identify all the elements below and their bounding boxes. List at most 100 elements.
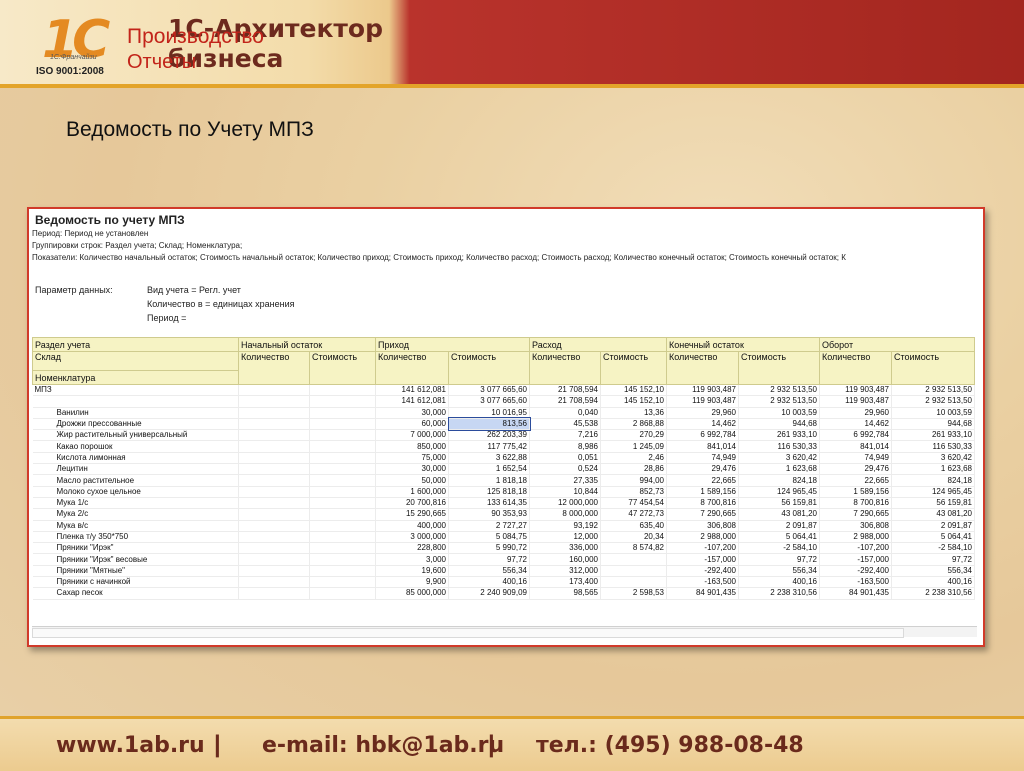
table-cell[interactable]: 116 530,33 [891,440,975,453]
table-cell[interactable]: 841,014 [819,440,892,453]
table-cell[interactable]: 145 152,10 [600,395,667,408]
table-cell[interactable]: 29,476 [666,463,739,476]
table-cell[interactable] [309,565,376,578]
table-cell[interactable]: 556,34 [448,565,530,578]
table-cell[interactable]: 10 016,95 [448,407,530,419]
table-cell[interactable]: 116 530,33 [738,440,820,453]
table-cell[interactable] [309,587,376,600]
table-cell[interactable] [238,452,310,465]
table-cell[interactable]: 306,808 [819,520,892,532]
table-cell[interactable]: 2 238 310,56 [738,587,820,600]
table-cell[interactable]: 14,462 [666,418,739,431]
table-cell[interactable]: 306,808 [666,520,739,532]
table-cell[interactable]: 10 003,59 [891,407,975,419]
table-row[interactable]: Какао порошок 850,000 117 775,42 8,986 1 245… [32,440,975,453]
row-name[interactable]: Пряники "Ирэк" весовые [32,553,239,566]
table-row[interactable]: Пленка т/у 350*750 3 000,000 5 084,75 12,00… [32,531,975,544]
table-row[interactable]: Мука 1/с 20 700,816 133 614,35 12 000,000 77… [32,497,975,510]
table-cell[interactable] [309,508,376,521]
table-row[interactable]: Пряники "Ирэк" 228,800 5 990,72 336,000 8 57… [32,542,975,555]
table-cell[interactable]: 2 932 513,50 [891,395,975,408]
table-cell[interactable] [309,452,376,465]
row-name[interactable] [32,395,239,408]
table-cell[interactable]: 8 700,816 [819,497,892,510]
table-cell[interactable]: 3 620,42 [738,452,820,465]
scrollbar-thumb[interactable] [32,628,904,638]
table-cell[interactable]: 84 901,435 [819,587,892,600]
table-cell[interactable]: 77 454,54 [600,497,667,510]
table-cell[interactable]: 5 084,75 [448,531,530,544]
table-cell[interactable] [238,384,310,397]
table-cell[interactable] [309,520,376,532]
table-cell[interactable] [238,429,310,442]
table-cell[interactable] [238,576,310,589]
table-cell[interactable]: -157,000 [666,553,739,566]
table-row[interactable]: Кислота лимонная 75,000 3 622,88 0,051 2,46 7… [32,452,975,465]
table-cell[interactable]: 22,665 [819,474,892,487]
table-cell[interactable]: 6 992,784 [819,429,892,442]
table-cell[interactable]: 45,538 [529,418,601,431]
table-cell[interactable]: 119 903,487 [666,395,739,408]
table-cell[interactable]: 29,476 [819,463,892,476]
horizontal-scrollbar[interactable] [32,626,977,638]
row-name[interactable]: Пленка т/у 350*750 [32,531,239,544]
table-cell[interactable] [309,429,376,442]
table-cell[interactable]: 2 868,88 [600,418,667,431]
table-cell[interactable]: 944,68 [891,418,975,431]
table-cell[interactable]: 43 081,20 [891,508,975,521]
table-cell[interactable]: 97,72 [891,553,975,566]
row-name[interactable]: Пряники с начинкой [32,576,239,589]
table-cell[interactable] [309,531,376,544]
table-cell[interactable]: 3 077 665,60 [448,384,530,397]
table-row[interactable]: Пряники с начинкой 9,900 400,16 173,400 -163… [32,576,975,589]
table-cell[interactable] [238,440,310,453]
table-cell[interactable]: 2 932 513,50 [891,384,975,397]
table-cell[interactable]: 12 000,000 [529,497,601,510]
table-cell[interactable]: 994,00 [600,474,667,487]
row-name[interactable]: Ванилин [32,407,239,419]
table-cell[interactable]: 1 600,000 [375,486,449,498]
table-cell[interactable]: 30,000 [375,407,449,419]
table-cell[interactable]: 0,524 [529,463,601,476]
table-cell[interactable]: 3 622,88 [448,452,530,465]
table-cell[interactable]: 160,000 [529,553,601,566]
table-cell[interactable]: 228,800 [375,542,449,555]
table-cell[interactable]: 3,000 [375,553,449,566]
row-name[interactable]: Мука 1/с [32,497,239,510]
table-cell[interactable]: -2 584,10 [891,542,975,555]
table-cell[interactable]: 119 903,487 [666,384,739,397]
table-cell[interactable]: 400,000 [375,520,449,532]
table-cell[interactable]: 1 589,156 [666,486,739,498]
table-cell[interactable]: 29,960 [666,407,739,419]
table-cell[interactable]: 10 003,59 [738,407,820,419]
table-cell[interactable]: 1 623,68 [891,463,975,476]
table-row[interactable]: Ванилин 30,000 10 016,95 0,040 13,36 29,960 10… [32,407,975,419]
table-cell[interactable]: 21 708,594 [529,395,601,408]
table-cell[interactable]: 2 598,53 [600,587,667,600]
table-cell[interactable] [238,531,310,544]
table-row[interactable]: Жир растительный универсальный 7 000,000 2… [32,429,975,442]
table-cell[interactable]: 635,40 [600,520,667,532]
table-cell[interactable]: 173,400 [529,576,601,589]
table-cell[interactable]: 47 272,73 [600,508,667,521]
table-cell[interactable]: 29,960 [819,407,892,419]
table-row[interactable]: Молоко сухое цельное 1 600,000 125 818,18 1… [32,486,975,498]
table-cell[interactable] [309,407,376,419]
table-cell[interactable]: 312,000 [529,565,601,578]
table-cell[interactable]: 56 159,81 [891,497,975,510]
table-cell[interactable]: 1 589,156 [819,486,892,498]
table-cell[interactable]: 813,56 [447,417,531,431]
table-cell[interactable] [238,463,310,476]
table-cell[interactable]: 8 574,82 [600,542,667,555]
table-cell[interactable]: 19,600 [375,565,449,578]
footer-website[interactable]: www.1ab.ru [56,733,205,758]
table-cell[interactable]: 124 965,45 [738,486,820,498]
table-cell[interactable]: 400,16 [448,576,530,589]
table-cell[interactable]: -157,000 [819,553,892,566]
table-cell[interactable] [309,463,376,476]
table-cell[interactable]: 98,565 [529,587,601,600]
table-cell[interactable]: 84 901,435 [666,587,739,600]
table-cell[interactable]: 7 290,665 [819,508,892,521]
table-row[interactable]: Масло растительное 50,000 1 818,18 27,335 99… [32,474,975,487]
footer-email[interactable]: e-mail: hbk@1ab.ru [262,733,504,758]
